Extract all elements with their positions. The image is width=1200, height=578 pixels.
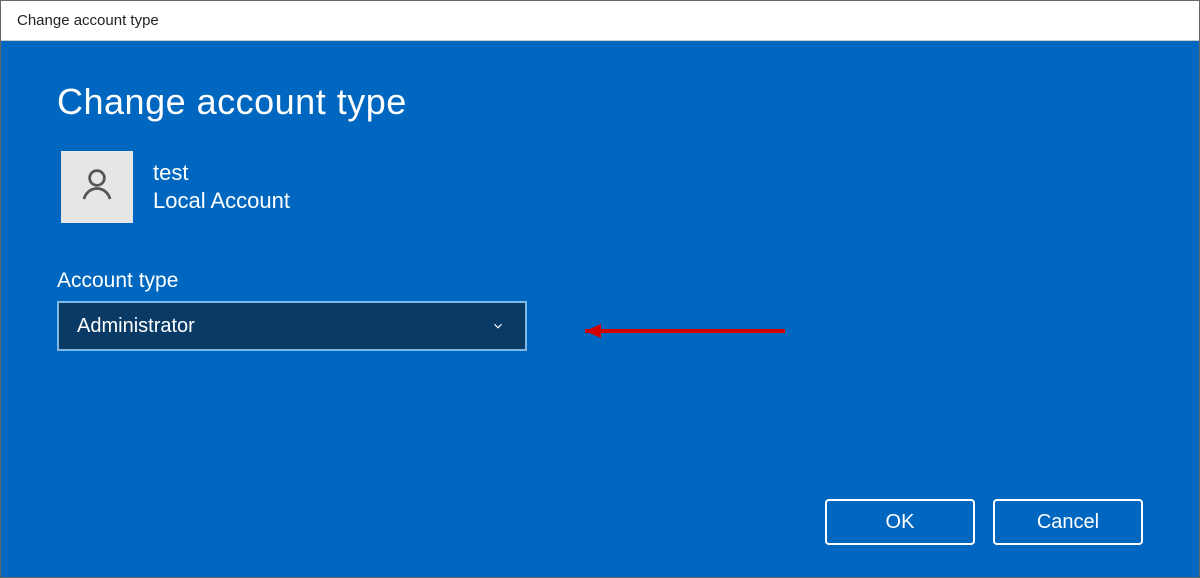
window-titlebar: Change account type bbox=[1, 1, 1199, 41]
user-account-kind: Local Account bbox=[153, 188, 290, 214]
page-heading: Change account type bbox=[57, 81, 1143, 123]
user-summary: test Local Account bbox=[61, 151, 1143, 223]
avatar bbox=[61, 151, 133, 223]
annotation-arrow-icon bbox=[555, 321, 795, 341]
cancel-button[interactable]: Cancel bbox=[993, 499, 1143, 545]
person-icon bbox=[76, 164, 118, 211]
user-name: test bbox=[153, 160, 290, 186]
account-type-selected-value: Administrator bbox=[77, 315, 195, 338]
chevron-down-icon bbox=[489, 317, 507, 335]
account-type-label: Account type bbox=[57, 269, 1143, 293]
account-type-select-wrap: Administrator bbox=[57, 301, 527, 351]
dialog-button-bar: OK Cancel bbox=[825, 499, 1143, 545]
user-text: test Local Account bbox=[153, 160, 290, 214]
ok-button[interactable]: OK bbox=[825, 499, 975, 545]
dialog-content: Change account type test Local Account A… bbox=[1, 41, 1199, 577]
account-type-select[interactable]: Administrator bbox=[57, 301, 527, 351]
window-title: Change account type bbox=[17, 12, 159, 29]
